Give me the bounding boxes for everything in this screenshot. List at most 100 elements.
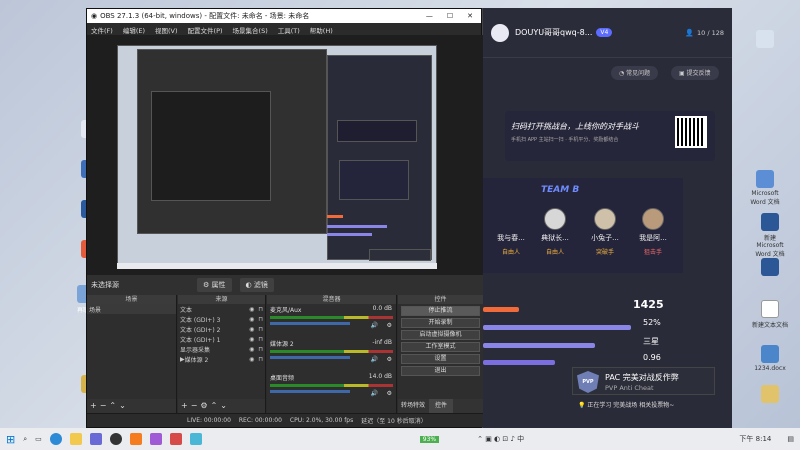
douyu-icon[interactable] (129, 433, 142, 445)
source-item[interactable]: 文本 (GDI+) 1 ◉ ⊓ (178, 334, 265, 344)
tray-icons[interactable]: ⌃ ▣ ◐ ⊡ ♪ 中 (477, 434, 524, 444)
player-card[interactable]: 我与春... 自由人 (491, 208, 531, 256)
gear-icon[interactable]: ⚙ (387, 322, 392, 329)
volume-slider[interactable] (270, 322, 350, 325)
feedback-icon: ▣ (679, 70, 687, 77)
task-view-icon[interactable]: ▭ (35, 435, 42, 443)
windows-start-icon[interactable]: ⊞ (6, 433, 15, 446)
eye-icon[interactable]: ◉ (249, 336, 254, 343)
player-card[interactable]: 我是阿... 狙击手 (633, 208, 673, 256)
app-icon[interactable] (89, 433, 102, 445)
stat-value: 52% (643, 318, 661, 327)
source-item[interactable]: 显示器采集 ◉ ⊓ (178, 344, 265, 354)
close-button[interactable]: ✕ (467, 12, 473, 20)
feedback-button[interactable]: ▣ 提交反馈 (671, 66, 719, 80)
speaker-icon[interactable]: 🔊 (371, 322, 378, 329)
no-source-label: 未选择源 (91, 281, 119, 289)
clock[interactable]: 下午 8:14 (739, 434, 771, 444)
desktop-icon[interactable]: Microsoft Word 文档 (745, 170, 785, 206)
obs-icon[interactable] (109, 433, 122, 445)
live-time: LIVE: 00:00:00 (187, 417, 231, 424)
source-item[interactable]: 文本 ◉ ⊓ (178, 304, 265, 314)
obs-window: ◉ OBS 27.1.3 (64-bit, windows) - 配置文件: 未… (86, 8, 483, 428)
app-icon[interactable] (189, 433, 202, 445)
up-icon[interactable]: ⌃ (211, 401, 221, 410)
faq-button[interactable]: ◔ 常见问题 (611, 66, 659, 80)
app-icon[interactable] (169, 433, 182, 445)
speaker-icon[interactable]: 🔊 (371, 390, 378, 397)
player-card[interactable]: 小兔子... 突破手 (585, 208, 625, 256)
menu-file[interactable]: 文件(F) (91, 25, 113, 35)
menu-help[interactable]: 帮助(H) (310, 25, 333, 35)
menu-view[interactable]: 视图(V) (155, 25, 178, 35)
properties-button[interactable]: ⚙ 属性 (197, 278, 232, 292)
down-icon[interactable]: ⌄ (220, 401, 230, 410)
stop-stream-button[interactable]: 停止推流 (401, 306, 480, 316)
text-doc-icon[interactable]: 新建文本文档 (750, 300, 790, 329)
remove-icon[interactable]: − (191, 401, 201, 410)
search-icon[interactable]: ⌕ (23, 435, 27, 444)
settings-button[interactable]: 设置 (401, 354, 480, 364)
lock-icon[interactable]: ⊓ (258, 306, 263, 313)
lock-icon[interactable]: ⊓ (258, 326, 263, 333)
tab-transitions[interactable]: 转场特效 (401, 399, 425, 413)
minimize-button[interactable]: — (426, 12, 433, 20)
desktop-icon[interactable] (750, 385, 790, 405)
avatar[interactable] (491, 23, 509, 42)
add-icon[interactable]: + (181, 401, 191, 410)
notice-bar[interactable]: 💡 正在学习 完美战场 相关投票物~ (578, 400, 728, 412)
lock-icon[interactable]: ⊓ (258, 316, 263, 323)
exit-button[interactable]: 退出 (401, 366, 480, 376)
notification-icon[interactable]: ▤ (787, 435, 794, 443)
remove-icon[interactable]: − (100, 401, 110, 410)
gear-icon: ⚙ (203, 281, 212, 289)
menu-edit[interactable]: 编辑(E) (123, 25, 145, 35)
desktop-icon[interactable] (745, 30, 785, 50)
eye-icon[interactable]: ◉ (249, 326, 254, 333)
menu-tools[interactable]: 工具(T) (278, 25, 300, 35)
lock-icon[interactable]: ⊓ (258, 356, 263, 363)
source-item[interactable]: 文本 (GDI+) 3 ◉ ⊓ (178, 314, 265, 324)
word-doc-icon[interactable] (750, 258, 790, 278)
word-doc-icon[interactable]: 新建 Microsoft Word 文档 (750, 213, 790, 258)
start-recording-button[interactable]: 开始录制 (401, 318, 480, 328)
source-item[interactable]: 文本 (GDI+) 2 ◉ ⊓ (178, 324, 265, 334)
edge-icon[interactable] (49, 433, 62, 445)
stat-bar (483, 307, 519, 312)
volume-slider[interactable] (270, 356, 350, 359)
eye-icon[interactable]: ◉ (249, 316, 254, 323)
volume-slider[interactable] (270, 390, 350, 393)
menu-profile[interactable]: 配置文件(P) (188, 25, 223, 35)
source-item[interactable]: ▶ 媒体源 2 ◉ ⊓ (178, 354, 265, 364)
maximize-button[interactable]: ☐ (447, 12, 453, 20)
gear-icon[interactable]: ⚙ (387, 390, 392, 397)
battery-badge[interactable]: 93% (419, 435, 440, 443)
tab-controls[interactable]: 控件 (429, 399, 454, 413)
pac-popup[interactable]: PVP PAC 完美对战反作弊 PVP Anti Cheat (572, 367, 715, 395)
down-icon[interactable]: ⌄ (119, 401, 129, 410)
add-icon[interactable]: + (90, 401, 100, 410)
app-icon[interactable] (149, 433, 162, 445)
scene-item[interactable]: 场景 (87, 304, 176, 314)
promo-banner: 扫码打开挑战台，上线你的对手战斗 手机扫 APP 主站扫一扫 · 手机平分、奖励… (505, 111, 715, 161)
studio-mode-button[interactable]: 工作室模式 (401, 342, 480, 352)
lock-icon[interactable]: ⊓ (258, 336, 263, 343)
preview-nested-obs (151, 91, 271, 201)
speaker-icon[interactable]: 🔊 (371, 356, 378, 363)
gear-icon[interactable]: ⚙ (200, 401, 210, 410)
lock-icon[interactable]: ⊓ (258, 346, 263, 353)
menu-scene-collection[interactable]: 场景集合(S) (233, 25, 268, 35)
eye-icon[interactable]: ◉ (249, 346, 254, 353)
filters-button[interactable]: ◐ 滤镜 (239, 278, 274, 292)
gear-icon[interactable]: ⚙ (387, 356, 392, 363)
eye-icon[interactable]: ◉ (249, 306, 254, 313)
preview-douyu (327, 55, 432, 260)
preview-canvas[interactable] (87, 35, 483, 275)
status-bar: LIVE: 00:00:00 REC: 00:00:00 CPU: 2.0%, … (87, 413, 483, 427)
up-icon[interactable]: ⌃ (109, 401, 119, 410)
eye-icon[interactable]: ◉ (249, 356, 254, 363)
explorer-icon[interactable] (69, 433, 82, 445)
virtual-camera-button[interactable]: 启动虚拟摄像机 (401, 330, 480, 340)
player-card[interactable]: 典狱长... 自由人 (535, 208, 575, 256)
docx-icon[interactable]: 1234.docx (750, 345, 790, 372)
